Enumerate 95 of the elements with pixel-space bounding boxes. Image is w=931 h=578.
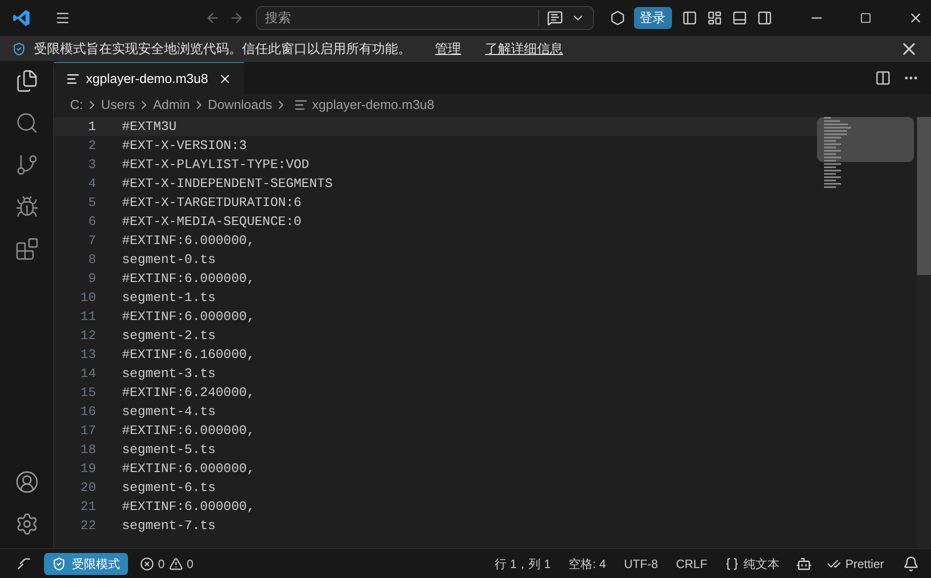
line-number: 6 — [87, 212, 96, 231]
problems-button[interactable]: 0 0 — [136, 554, 198, 572]
code-line: #EXTM3U — [122, 118, 177, 136]
code-line: #EXTINF:6.000000, — [122, 498, 255, 516]
line-number: 14 — [79, 364, 96, 383]
line-number: 20 — [79, 478, 96, 497]
blocks-icon[interactable] — [14, 237, 38, 261]
line-number: 10 — [79, 288, 96, 307]
line-number: 11 — [79, 308, 96, 326]
bell-icon[interactable] — [903, 556, 919, 572]
scrollbar-thumb[interactable] — [917, 117, 931, 275]
code-line: #EXT-X-MEDIA-SEQUENCE:0 — [122, 212, 302, 231]
code-line: segment-7.ts — [122, 516, 216, 535]
settings-icon[interactable] — [14, 512, 38, 536]
line-number: 16 — [79, 402, 96, 421]
error-icon — [140, 556, 154, 570]
banner-link[interactable]: 了解详细信息 — [485, 38, 563, 58]
code-line: segment-6.ts — [122, 478, 216, 497]
braces-icon — [725, 556, 740, 570]
code-line: #EXTINF:6.000000, — [122, 422, 255, 440]
line-number: 17 — [79, 422, 96, 440]
code-line: #EXTINF:6.000000, — [122, 270, 255, 288]
menu-icon[interactable] — [55, 10, 70, 26]
code-line: #EXTINF:6.000000, — [122, 308, 255, 326]
line-number: 9 — [87, 270, 96, 288]
line-number: 1 — [87, 118, 96, 136]
prettier-button[interactable]: Prettier — [820, 554, 891, 572]
shield-icon — [52, 556, 66, 570]
line-number: 19 — [79, 460, 96, 478]
panel-bottom-icon[interactable] — [732, 10, 748, 26]
layout-icon[interactable] — [706, 10, 722, 26]
forward-icon[interactable] — [228, 10, 244, 26]
logo-icon — [12, 8, 32, 28]
banner-message: 受限模式旨在实现安全地浏览代码。信任此窗口以启用所有功能。 — [34, 40, 411, 58]
breadcrumb-item[interactable]: Users — [101, 95, 135, 115]
code-line: #EXTINF:6.240000, — [122, 384, 255, 402]
line-number: 2 — [87, 136, 96, 155]
breadcrumb-item[interactable]: xgplayer-demo.m3u8 — [312, 95, 434, 115]
login-button[interactable]: 登录 — [634, 7, 672, 29]
code-line: #EXT-X-PLAYLIST-TYPE:VOD — [122, 156, 310, 174]
line-number: 3 — [87, 156, 96, 174]
account-icon[interactable] — [14, 470, 38, 494]
bug-icon[interactable] — [14, 195, 38, 219]
hexagon-icon[interactable] — [610, 10, 626, 26]
shield-icon — [12, 42, 26, 56]
line-number: 21 — [79, 498, 96, 516]
line-number: 5 — [87, 194, 96, 212]
code-line: segment-2.ts — [122, 326, 216, 345]
code-line: #EXTINF:6.000000, — [122, 232, 255, 250]
files-icon[interactable] — [14, 69, 38, 93]
status-item[interactable]: CRLF — [666, 554, 716, 572]
code-line: #EXT-X-TARGETDURATION:6 — [122, 194, 302, 212]
language-button[interactable]: 纯文本 — [716, 554, 788, 572]
code-line: #EXT-X-VERSION:3 — [122, 136, 247, 155]
line-number: 22 — [79, 516, 96, 535]
remote-icon[interactable] — [16, 556, 32, 572]
breadcrumb-item[interactable]: C: — [70, 95, 83, 115]
line-number: 8 — [87, 250, 96, 269]
banner-link[interactable]: 管理 — [435, 38, 461, 58]
code-line: segment-1.ts — [122, 288, 216, 307]
status-item[interactable]: 行 1，列 1 — [486, 554, 560, 572]
editor-tab[interactable]: xgplayer-demo.m3u8 — [54, 62, 244, 94]
line-number: 13 — [79, 346, 96, 364]
status-item[interactable]: 空格: 4 — [560, 554, 615, 572]
status-item[interactable]: UTF-8 — [614, 554, 667, 572]
warning-count: 0 — [186, 556, 194, 572]
copilot-icon[interactable] — [796, 556, 812, 572]
code-line: segment-0.ts — [122, 250, 216, 269]
line-number: 7 — [87, 232, 96, 250]
code-line: segment-4.ts — [122, 402, 216, 421]
line-number: 18 — [79, 440, 96, 459]
line-number: 4 — [87, 174, 96, 193]
panel-left-icon[interactable] — [682, 10, 697, 26]
warning-icon — [168, 556, 183, 570]
file-icon — [294, 98, 308, 112]
search-field[interactable]: 搜索 — [265, 8, 538, 28]
split-icon[interactable] — [875, 70, 891, 86]
code-line: segment-3.ts — [122, 364, 216, 383]
search-icon[interactable] — [14, 111, 38, 135]
file-icon — [66, 72, 80, 86]
panel-right-icon[interactable] — [757, 10, 773, 26]
line-number: 15 — [79, 384, 96, 402]
line-number: 12 — [79, 326, 96, 345]
error-count: 0 — [158, 556, 165, 572]
code-line: #EXTINF:6.000000, — [122, 460, 255, 478]
code-line: #EXT-X-INDEPENDENT-SEGMENTS — [122, 174, 333, 193]
code-line: segment-5.ts — [122, 440, 216, 459]
chat-icon[interactable] — [547, 10, 564, 26]
code-line: #EXTINF:6.160000, — [122, 346, 255, 364]
maximize-icon[interactable] — [860, 12, 872, 24]
search-bar[interactable]: 搜索 — [256, 6, 594, 30]
branch-icon[interactable] — [14, 153, 38, 177]
breadcrumb-item[interactable]: Downloads — [208, 95, 272, 115]
restricted-mode-button[interactable]: 受限模式 — [44, 552, 128, 574]
breadcrumb-item[interactable]: Admin — [152, 95, 190, 115]
